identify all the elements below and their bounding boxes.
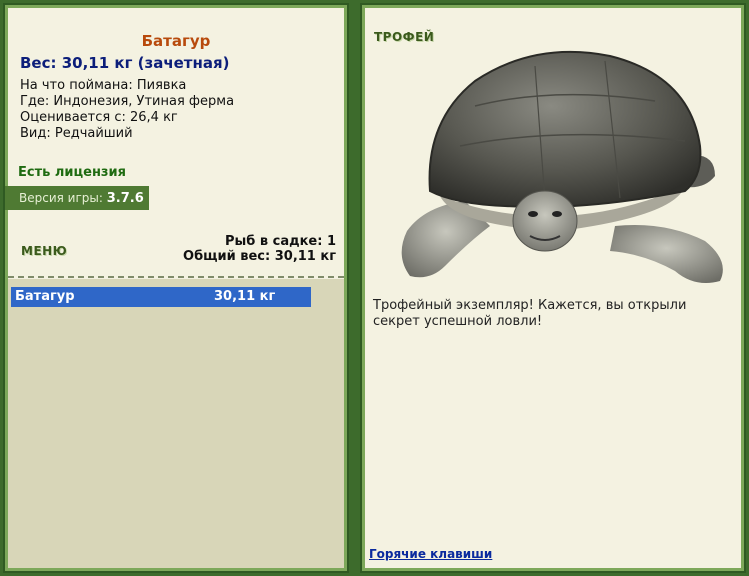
- left-panel: Батагур Вес: 30,11 кг (зачетная) На что …: [3, 3, 349, 573]
- keepnet-total: Общий вес: 30,11 кг: [183, 249, 336, 264]
- trophy-title: ТРОФЕЙ: [374, 30, 435, 44]
- trophy-description: Трофейный экземпляр! Кажется, вы открыли…: [373, 298, 687, 329]
- keepnet-summary: Рыб в садке: 1 Общий вес: 30,11 кг: [183, 234, 336, 264]
- hotkeys-link[interactable]: Горячие клавиши: [369, 547, 492, 561]
- version-label: Версия игры:: [19, 191, 103, 205]
- license-status: Есть лицензия: [18, 165, 126, 180]
- fish-weight: Вес: 30,11 кг (зачетная): [20, 54, 230, 72]
- list-item-name: Батагур: [15, 289, 75, 304]
- list-item-weight: 30,11 кг: [214, 289, 276, 304]
- catch-list: Батагур 30,11 кг: [8, 279, 344, 568]
- fish-name: Батагур: [141, 32, 211, 50]
- turtle-photo: [401, 50, 723, 284]
- fish-bait: На что поймана: Пиявка: [20, 78, 187, 93]
- keepnet-count: Рыб в садке: 1: [224, 234, 336, 249]
- fish-rarity: Вид: Редчайший: [20, 126, 133, 141]
- fish-info: На что поймана: Пиявка Где: Индонезия, У…: [20, 78, 234, 142]
- version-number: 3.7.6: [106, 191, 144, 206]
- list-item[interactable]: Батагур 30,11 кг: [11, 287, 311, 307]
- version-badge: Версия игры: 3.7.6: [5, 186, 149, 210]
- right-panel: ТРОФЕЙ Трофейный экземпляр! Кажется, вы …: [360, 3, 746, 573]
- divider: [8, 276, 344, 278]
- menu-button[interactable]: МЕНЮ: [21, 244, 67, 258]
- fish-location: Где: Индонезия, Утиная ферма: [20, 94, 235, 109]
- fish-value: Оценивается с: 26,4 кг: [20, 110, 178, 125]
